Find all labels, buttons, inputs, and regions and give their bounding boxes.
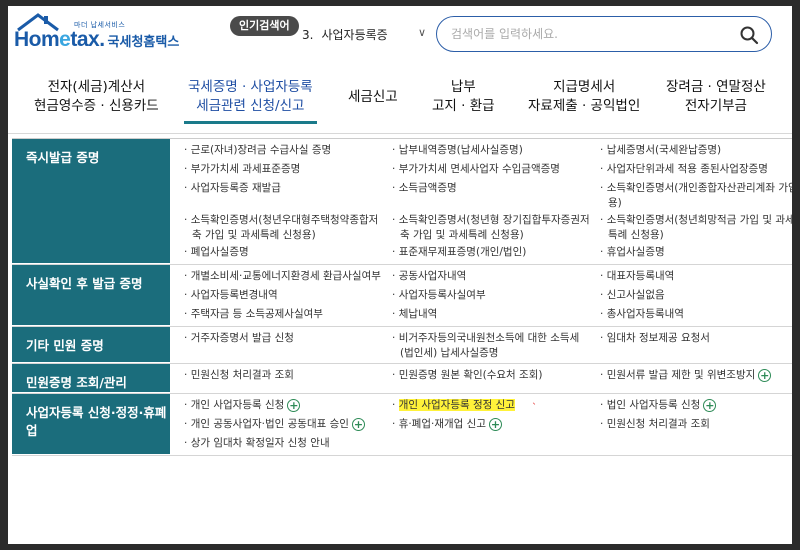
menu-link[interactable]: 민원신청 처리결과 조회 xyxy=(184,368,392,391)
section-title: 기타 민원 증명 xyxy=(12,327,170,363)
section-certificate-lookup: 민원증명 조회/관리 민원신청 처리결과 조회 민원증명 원본 확인(수요처 조… xyxy=(12,364,792,394)
menu-link[interactable]: 소득확인증명서(청년우대형주택청약종합저축 가입 및 과세특례 신청용) xyxy=(184,213,392,243)
menu-link[interactable]: 근로(자녀)장려금 수급사실 증명 xyxy=(184,143,392,160)
section-title: 사업자등록 신청·정정·휴폐업 xyxy=(12,394,170,455)
section-other-certificates: 기타 민원 증명 거주자증명서 발급 신청 비거주자등의국내원천소득에 대한 소… xyxy=(12,327,792,364)
menu-link[interactable]: 부가가치세 면세사업자 수입금액증명 xyxy=(392,162,600,179)
section-title: 민원증명 조회/관리 xyxy=(12,364,170,393)
plus-circle-icon[interactable]: + xyxy=(287,398,301,412)
menu-grid: 즉시발급 증명 근로(자녀)장려금 수급사실 증명 납부내역증명(납세사실증명)… xyxy=(12,138,792,456)
menu-link[interactable]: 개별소비세·교통에너지환경세 환급사실여부 xyxy=(184,269,392,286)
menu-link-with-expand[interactable]: 개인 사업자등록 신청+ xyxy=(184,398,392,415)
menu-link[interactable]: 납부내역증명(납세사실증명) xyxy=(392,143,600,160)
menu-link[interactable]: 폐업사실증명 xyxy=(184,245,392,262)
menu-link[interactable]: 민원신청 처리결과 조회 xyxy=(600,417,792,434)
search-icon[interactable] xyxy=(739,25,759,45)
search-box xyxy=(436,16,772,52)
site-header: 마더 납세서비스 Hometax. 국세청홈택스 인기검색어 3. 사업자등록증 ∨ xyxy=(8,6,792,66)
nav-tab-e-invoice[interactable]: 전자(세금)계산서 현금영수증 · 신용카드 xyxy=(34,78,159,116)
menu-link[interactable]: 소득확인증명서(개인종합자산관리계좌 가입용) xyxy=(600,181,792,211)
chevron-down-icon[interactable]: ∨ xyxy=(418,26,426,39)
menu-link[interactable]: 거주자증명서 발급 신청 xyxy=(184,331,392,361)
main-nav: 전자(세금)계산서 현금영수증 · 신용카드 국세증명 · 사업자등록 세금관련 신… xyxy=(8,66,792,134)
plus-circle-icon[interactable]: + xyxy=(758,368,772,382)
plus-circle-icon[interactable]: + xyxy=(351,417,365,431)
plus-circle-icon[interactable]: + xyxy=(488,417,502,431)
plus-circle-icon[interactable]: + xyxy=(703,398,717,412)
menu-link[interactable]: 납세증명서(국세완납증명) xyxy=(600,143,792,160)
menu-link[interactable]: 비거주자등의국내원천소득에 대한 소득세(법인세) 납세사실증명 xyxy=(392,331,600,361)
menu-link[interactable]: 신고사실없음 xyxy=(600,288,792,305)
menu-link[interactable]: 부가가치세 과세표준증명 xyxy=(184,162,392,179)
menu-link[interactable]: 상가 임대차 확정일자 신청 안내 xyxy=(184,436,392,453)
nav-tab-certificates[interactable]: 국세증명 · 사업자등록 세금관련 신청/신고 xyxy=(184,78,317,124)
section-title: 즉시발급 증명 xyxy=(12,139,170,264)
menu-link[interactable]: 사업자등록증 재발급 xyxy=(184,181,392,211)
menu-link[interactable]: 체납내역 xyxy=(392,307,600,324)
menu-link-with-expand[interactable]: 휴·폐업·재개업 신고+ xyxy=(392,417,600,434)
menu-link[interactable]: 민원증명 원본 확인(수요처 조회) xyxy=(392,368,600,391)
menu-link-highlighted[interactable]: 개인 사업자등록 정정 신고ˎ xyxy=(392,394,600,415)
search-input[interactable] xyxy=(451,25,731,43)
menu-link[interactable]: 소득금액증명 xyxy=(392,181,600,211)
section-verified-issue: 사실확인 후 발급 증명 개별소비세·교통에너지환경세 환급사실여부 공동사업자… xyxy=(12,265,792,327)
logo-wordmark: Hometax. 국세청홈택스 xyxy=(14,28,180,51)
section-instant-issue: 즉시발급 증명 근로(자녀)장려금 수급사실 증명 납부내역증명(납세사실증명)… xyxy=(12,139,792,265)
popular-search-term[interactable]: 3. 사업자등록증 xyxy=(302,26,388,43)
menu-link[interactable]: 공동사업자내역 xyxy=(392,269,600,286)
menu-link[interactable]: 총사업자등록내역 xyxy=(600,307,792,324)
menu-link[interactable]: 소득확인증명서(청년형 장기집합투자증권저축 가입 및 과세특례 신청용) xyxy=(392,213,600,243)
menu-link[interactable]: 휴업사실증명 xyxy=(600,245,792,262)
nav-tab-tax-filing[interactable]: 세금신고 xyxy=(348,88,398,107)
hometax-window: 마더 납세서비스 Hometax. 국세청홈택스 인기검색어 3. 사업자등록증 ∨… xyxy=(8,6,792,544)
hometax-logo[interactable]: 마더 납세서비스 Hometax. 국세청홈택스 xyxy=(14,12,189,58)
nav-tab-payment-statement[interactable]: 지급명세서 자료제출 · 공익법인 xyxy=(528,78,640,116)
menu-link-with-expand[interactable]: 민원서류 발급 제한 및 위변조방지+ xyxy=(600,368,792,391)
section-title: 사실확인 후 발급 증명 xyxy=(12,265,170,326)
menu-link[interactable]: 주택자금 등 소득공제사실여부 xyxy=(184,307,392,324)
nav-tab-payment[interactable]: 납부 고지 · 환급 xyxy=(432,78,495,116)
menu-link[interactable]: 사업자단위과세 적용 종된사업장증명 xyxy=(600,162,792,179)
menu-link-with-expand[interactable]: 개인 공동사업자·법인 공동대표 승인+ xyxy=(184,417,392,434)
popular-search-label: 인기검색어 xyxy=(230,16,299,36)
menu-link[interactable]: 표준재무제표증명(개인/법인) xyxy=(392,245,600,262)
menu-link[interactable]: 사업자등록변경내역 xyxy=(184,288,392,305)
menu-link[interactable]: 임대차 정보제공 요청서 xyxy=(600,331,792,361)
menu-link-with-expand[interactable]: 법인 사업자등록 신청+ xyxy=(600,398,792,415)
menu-link[interactable]: 사업자등록사실여부 xyxy=(392,288,600,305)
nav-tab-incentives[interactable]: 장려금 · 연말정산 전자기부금 xyxy=(666,78,766,116)
menu-link[interactable]: 소득확인증명서(청년희망적금 가입 및 과세특례 신청용) xyxy=(600,213,792,243)
section-business-registration: 사업자등록 신청·정정·휴폐업 개인 사업자등록 신청+ 개인 사업자등록 정정… xyxy=(12,394,792,456)
menu-link[interactable]: 대표자등록내역 xyxy=(600,269,792,286)
